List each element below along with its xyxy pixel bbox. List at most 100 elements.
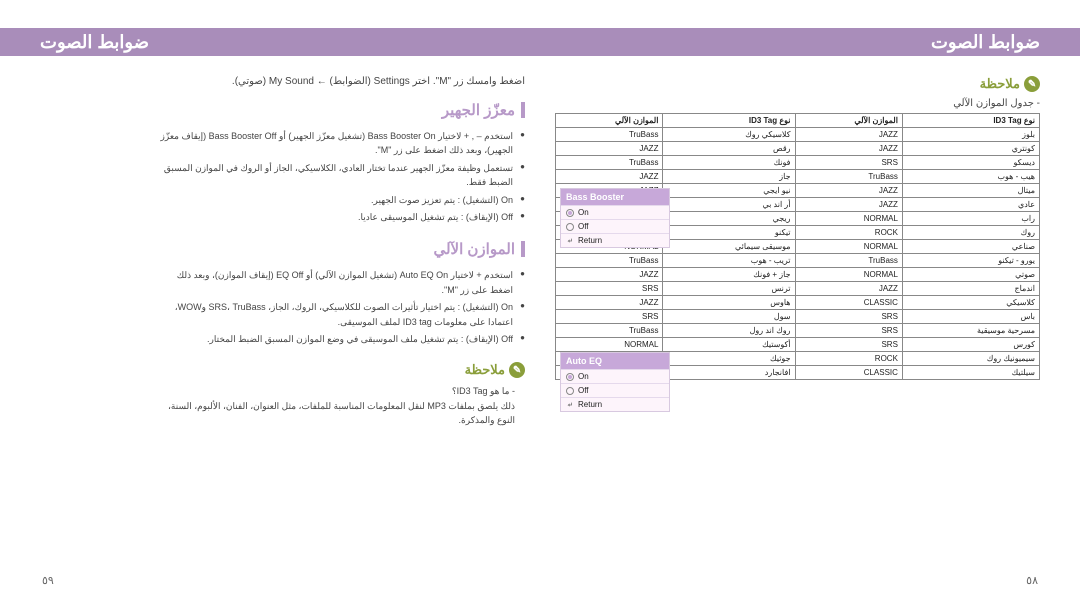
- table-cell: كونتري: [902, 142, 1039, 156]
- table-cell: فونك: [663, 156, 795, 170]
- eq-return-label: Return: [578, 400, 602, 409]
- radio-off-icon: [566, 223, 574, 231]
- table-cell: تيكنو: [663, 226, 795, 240]
- table-row: هيب - هوبTruBassجازJAZZ: [556, 170, 1040, 184]
- table-cell: CLASSIC: [795, 366, 902, 380]
- table-cell: روك: [902, 226, 1039, 240]
- table-row: يورو - تيكنوTruBassتريب - هوبTruBass: [556, 254, 1040, 268]
- table-row: كونتريJAZZرقصJAZZ: [556, 142, 1040, 156]
- bass-title: معزّز الجهير: [155, 101, 525, 119]
- table-cell: كلاسيكي روك: [663, 128, 795, 142]
- bass-item-1: تستعمل وظيفة معزّز الجهير عندما تختار ال…: [155, 161, 525, 190]
- table-cell: JAZZ: [556, 142, 663, 156]
- table-caption: - جدول الموازن الآلي: [555, 98, 1040, 109]
- eq-on-label: On: [578, 372, 589, 381]
- table-cell: ديسكو: [902, 156, 1039, 170]
- table-cell: TruBass: [795, 254, 902, 268]
- table-cell: اندماج: [902, 282, 1039, 296]
- table-cell: هيب - هوب: [902, 170, 1039, 184]
- page-number-59: ٥٩: [42, 574, 54, 587]
- page-number-58: ٥٨: [1026, 574, 1038, 587]
- th-1: الموازن الآلي: [795, 114, 902, 128]
- eq-item-1: On (التشغيل) : يتم اختيار تأثيرات الصوت …: [155, 300, 525, 329]
- header-title-left: ضوابط الصوت: [40, 32, 149, 53]
- table-cell: JAZZ: [795, 184, 902, 198]
- content-area: اضغط وامسك زر "M". اختر Settings (الضواب…: [0, 56, 1080, 463]
- table-cell: سول: [663, 310, 795, 324]
- table-cell: ROCK: [795, 226, 902, 240]
- bass-bullets: استخدم ‒ , + لاختيار Bass Booster On (تش…: [155, 129, 525, 224]
- table-cell: SRS: [795, 310, 902, 324]
- table-cell: موسيقى سيمائي: [663, 240, 795, 254]
- bass-on-label: On: [578, 208, 589, 217]
- table-cell: باس: [902, 310, 1039, 324]
- table-cell: NORMAL: [556, 338, 663, 352]
- eq-item-0: استخدم + لاختيار Auto EQ On (تشغيل الموا…: [155, 268, 525, 297]
- table-row: اندماجJAZZترنسSRS: [556, 282, 1040, 296]
- table-cell: كلاسيكي: [902, 296, 1039, 310]
- table-cell: صناعي: [902, 240, 1039, 254]
- table-cell: سيلتيك: [902, 366, 1039, 380]
- eq-off-label: Off: [578, 386, 589, 395]
- table-cell: TruBass: [556, 128, 663, 142]
- note2-title-text: ملاحظة: [980, 76, 1020, 92]
- table-row: كورسSRSأكوستيكNORMAL: [556, 338, 1040, 352]
- table-cell: SRS: [556, 310, 663, 324]
- bass-section: معزّز الجهير استخدم ‒ , + لاختيار Bass B…: [155, 101, 525, 224]
- table-cell: SRS: [795, 338, 902, 352]
- table-cell: TruBass: [556, 156, 663, 170]
- bass-menu-on[interactable]: On: [561, 205, 669, 219]
- bass-menu-header: Bass Booster: [561, 189, 669, 205]
- table-cell: جاز + فونك: [663, 268, 795, 282]
- table-cell: مسرحية موسيقية: [902, 324, 1039, 338]
- table-cell: كورس: [902, 338, 1039, 352]
- table-cell: سيميونيك روك: [902, 352, 1039, 366]
- return-icon: [566, 237, 574, 245]
- table-cell: JAZZ: [556, 268, 663, 282]
- note1-title-text: ملاحظة: [465, 362, 505, 378]
- table-row: كلاسيكيCLASSICهاوسJAZZ: [556, 296, 1040, 310]
- table-row: بلوزJAZZكلاسيكي روكTruBass: [556, 128, 1040, 142]
- eq-section: الموازن الآلي استخدم + لاختيار Auto EQ O…: [155, 240, 525, 346]
- note2-heading: ✎ ملاحظة: [555, 76, 1040, 92]
- table-header-row: نوع ID3 Tag الموازن الآلي نوع ID3 Tag ال…: [556, 114, 1040, 128]
- header-title-right: ضوابط الصوت: [931, 32, 1040, 53]
- table-cell: ميتال: [902, 184, 1039, 198]
- bass-item-0: استخدم ‒ , + لاختيار Bass Booster On (تش…: [155, 129, 525, 158]
- table-cell: روك اند رول: [663, 324, 795, 338]
- table-cell: ROCK: [795, 352, 902, 366]
- note-icon: ✎: [1024, 76, 1040, 92]
- eq-menu-on[interactable]: On: [561, 369, 669, 383]
- bass-off-label: Off: [578, 222, 589, 231]
- table-cell: JAZZ: [556, 296, 663, 310]
- header-band: ضوابط الصوت ضوابط الصوت: [0, 28, 1080, 56]
- table-cell: جاز: [663, 170, 795, 184]
- eq-menu-off[interactable]: Off: [561, 383, 669, 397]
- table-cell: نيو ايجي: [663, 184, 795, 198]
- table-cell: رقص: [663, 142, 795, 156]
- table-cell: CLASSIC: [795, 296, 902, 310]
- table-row: باسSRSسولSRS: [556, 310, 1040, 324]
- table-cell: أر اند بي: [663, 198, 795, 212]
- bass-menu-off[interactable]: Off: [561, 219, 669, 233]
- note1-body: - ما هو ID3 Tag؟ ذلك يلصق بملفات MP3 لنق…: [155, 384, 525, 427]
- table-cell: تريب - هوب: [663, 254, 795, 268]
- bass-menu-return[interactable]: Return: [561, 233, 669, 247]
- eq-menu-return[interactable]: Return: [561, 397, 669, 411]
- th-2: نوع ID3 Tag: [663, 114, 795, 128]
- table-row: صوتيNORMALجاز + فونكJAZZ: [556, 268, 1040, 282]
- page-58: اضغط وامسك زر "M". اختر Settings (الضواب…: [40, 76, 525, 443]
- table-cell: TruBass: [556, 254, 663, 268]
- table-cell: جوثيك: [663, 352, 795, 366]
- table-cell: صوتي: [902, 268, 1039, 282]
- bass-booster-menu: Bass Booster On Off Return: [560, 188, 670, 248]
- instruction-text: اضغط وامسك زر "M". اختر Settings (الضواب…: [40, 76, 525, 87]
- table-cell: عادي: [902, 198, 1039, 212]
- table-cell: JAZZ: [795, 142, 902, 156]
- radio-off-icon: [566, 387, 574, 395]
- radio-on-icon: [566, 209, 574, 217]
- table-cell: JAZZ: [556, 170, 663, 184]
- table-cell: TruBass: [795, 170, 902, 184]
- table-cell: راب: [902, 212, 1039, 226]
- auto-eq-menu: Auto EQ On Off Return: [560, 352, 670, 412]
